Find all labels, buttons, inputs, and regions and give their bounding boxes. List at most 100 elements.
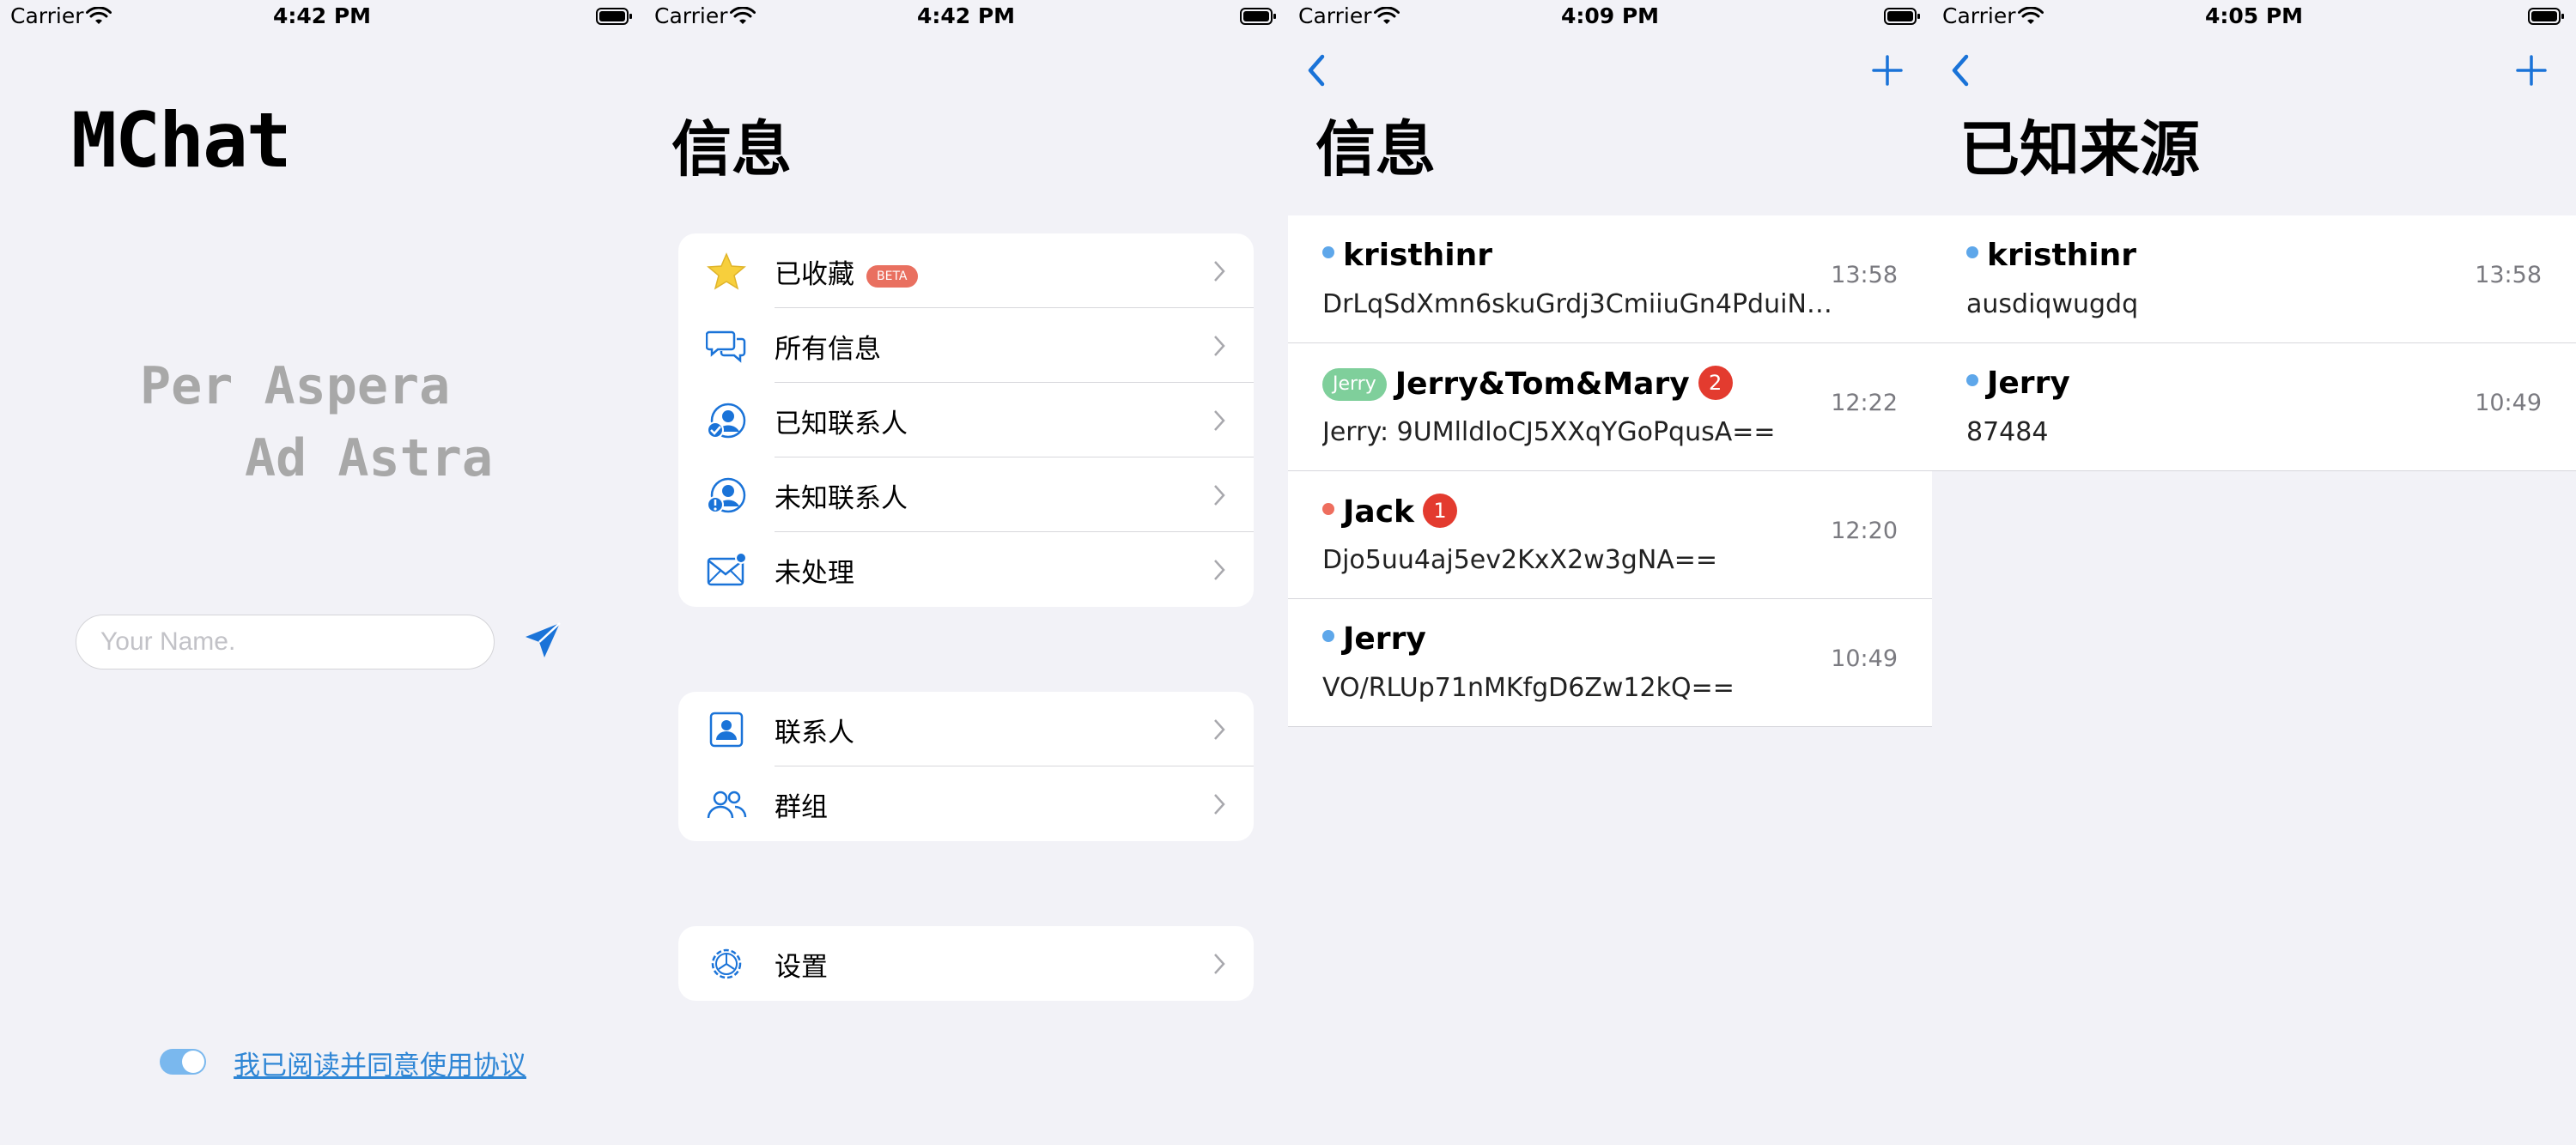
toggle-knob <box>182 1051 204 1073</box>
sender-name: kristhinr <box>1987 238 2137 273</box>
contact-card-icon <box>709 712 744 748</box>
message-row[interactable]: Jerry 87484 10:49 <box>1932 343 2576 471</box>
menu-item-label: 联系人 <box>775 718 854 748</box>
chevron-right-icon <box>1214 410 1225 431</box>
message-header: kristhinr <box>1322 238 1492 279</box>
envelope-badge-icon <box>707 552 747 586</box>
menu-screen: Carrier 4:42 PM 信息 已收藏 BETA 所有信息 已知联系人 未… <box>644 0 1288 1145</box>
menu-item-all-messages[interactable]: 所有信息 <box>678 308 1254 383</box>
status-bar: Carrier 4:42 PM <box>644 0 1288 34</box>
menu-item-pending[interactable]: 未处理 <box>678 532 1254 607</box>
menu-item-unknown-contacts[interactable]: 未知联系人 <box>678 457 1254 532</box>
battery-icon <box>1884 8 1920 25</box>
plus-icon[interactable] <box>1872 55 1903 86</box>
back-chevron-icon[interactable] <box>1947 51 1973 89</box>
message-time: 13:58 <box>2475 262 2542 288</box>
menu-item-favorites[interactable]: 已收藏 BETA <box>678 233 1254 308</box>
known-sources-screen: Carrier 4:05 PM 已知来源 kristhinr ausdiqwug… <box>1932 0 2576 1145</box>
message-header: Jerry <box>1966 366 2070 407</box>
message-preview: 87484 <box>1966 417 2049 447</box>
agreement-link[interactable]: 我已阅读并同意使用协议 <box>234 1044 526 1082</box>
menu-item-known-contacts[interactable]: 已知联系人 <box>678 383 1254 457</box>
unread-badge: 2 <box>1698 366 1733 400</box>
menu-item-groups[interactable]: 群组 <box>678 766 1254 841</box>
beta-badge: BETA <box>866 265 918 288</box>
status-dot <box>1966 246 1978 258</box>
chevron-right-icon <box>1214 560 1225 580</box>
message-row[interactable]: Jerry VO/RLUp71nMKfgD6Zw12kQ== 10:49 <box>1288 599 1932 727</box>
menu-item-label: 所有信息 <box>775 334 881 365</box>
status-time: 4:42 PM <box>272 3 372 28</box>
status-dot <box>1322 503 1334 515</box>
message-list: kristhinr ausdiqwugdq 13:58 Jerry 87484 … <box>1932 215 2576 471</box>
status-dot <box>1322 246 1334 258</box>
message-time: 12:22 <box>1831 390 1898 416</box>
menu-group-messages: 已收藏 BETA 所有信息 已知联系人 未知联系人 未处理 <box>678 233 1254 607</box>
menu-item-label: 已收藏 BETA <box>775 252 918 291</box>
back-chevron-icon[interactable] <box>1303 51 1329 89</box>
sender-name: Jack <box>1343 494 1414 530</box>
message-preview: Jerry: 9UMlldloCJ5XXqYGoPqusA== <box>1322 417 1776 447</box>
message-preview: Djo5uu4aj5ev2KxX2w3gNA== <box>1322 545 1718 575</box>
chevron-right-icon <box>1214 485 1225 506</box>
sender-name: Jerry <box>1343 621 1426 657</box>
menu-item-label: 设置 <box>775 952 828 983</box>
paper-plane-icon[interactable] <box>522 620 563 661</box>
agreement-toggle[interactable] <box>160 1049 206 1075</box>
group-icon <box>707 791 747 819</box>
motto: Per Aspera Ad Astra <box>140 350 493 494</box>
unread-badge: 1 <box>1422 494 1457 528</box>
app-logo: MChat <box>71 96 292 185</box>
star-icon <box>707 252 746 290</box>
status-bar: Carrier 4:05 PM <box>1932 0 2576 34</box>
favorites-label: 已收藏 <box>775 259 854 290</box>
unknown-contacts-icon <box>707 477 746 513</box>
messages-screen: Carrier 4:09 PM 信息 kristhinr DrLqSdXmn6s… <box>1288 0 1932 1145</box>
chevron-right-icon <box>1214 719 1225 740</box>
message-time: 10:49 <box>2475 390 2542 416</box>
message-row[interactable]: Jerry Jerry&Tom&Mary 2 Jerry: 9UMlldloCJ5X… <box>1288 343 1932 471</box>
menu-group-settings: 设置 <box>678 926 1254 1001</box>
sender-tag: Jerry <box>1322 368 1387 401</box>
menu-item-label: 未处理 <box>775 558 854 589</box>
motto-line-2: Ad Astra <box>245 428 493 488</box>
status-dot <box>1322 630 1334 642</box>
screens: Carrier 4:42 PM MChat Per Aspera Ad Astr… <box>0 0 2576 1145</box>
message-time: 12:20 <box>1831 518 1898 544</box>
battery-icon <box>596 8 632 25</box>
chat-bubbles-icon <box>706 330 746 363</box>
message-preview: VO/RLUp71nMKfgD6Zw12kQ== <box>1322 673 1735 703</box>
menu-item-label: 群组 <box>775 792 828 823</box>
known-contacts-icon <box>707 403 746 439</box>
status-bar: Carrier 4:42 PM <box>0 0 644 34</box>
message-preview: ausdiqwugdq <box>1966 289 2139 319</box>
chevron-right-icon <box>1214 794 1225 815</box>
status-time: 4:42 PM <box>916 3 1016 28</box>
message-row[interactable]: kristhinr ausdiqwugdq 13:58 <box>1932 215 2576 343</box>
row-divider <box>1288 725 1932 727</box>
status-dot <box>1966 374 1978 386</box>
settings-gear-icon <box>711 948 742 979</box>
status-time: 4:05 PM <box>2204 3 2304 28</box>
message-row[interactable]: kristhinr DrLqSdXmn6skuGrdj3CmiiuGn4Pdui… <box>1288 215 1932 343</box>
page-title: 已知来源 <box>1959 114 2200 185</box>
sender-name: kristhinr <box>1343 238 1493 273</box>
chevron-right-icon <box>1214 336 1225 356</box>
battery-icon <box>2528 8 2564 25</box>
chevron-right-icon <box>1214 954 1225 974</box>
name-input[interactable] <box>76 615 495 669</box>
menu-item-contacts[interactable]: 联系人 <box>678 692 1254 766</box>
sender-name: Jerry&Tom&Mary <box>1394 367 1690 402</box>
chevron-right-icon <box>1214 261 1225 282</box>
message-header: Jack 1 <box>1322 494 1457 535</box>
message-row[interactable]: Jack 1 Djo5uu4aj5ev2KxX2w3gNA== 12:20 <box>1288 471 1932 599</box>
motto-line-1: Per Aspera <box>140 356 451 416</box>
battery-icon <box>1240 8 1276 25</box>
menu-group-contacts: 联系人 群组 <box>678 692 1254 841</box>
menu-item-label: 已知联系人 <box>775 409 908 439</box>
message-time: 13:58 <box>1831 262 1898 288</box>
menu-item-settings[interactable]: 设置 <box>678 926 1254 1001</box>
message-header: kristhinr <box>1966 238 2136 279</box>
plus-icon[interactable] <box>2516 55 2547 86</box>
message-header: Jerry <box>1322 621 1426 663</box>
